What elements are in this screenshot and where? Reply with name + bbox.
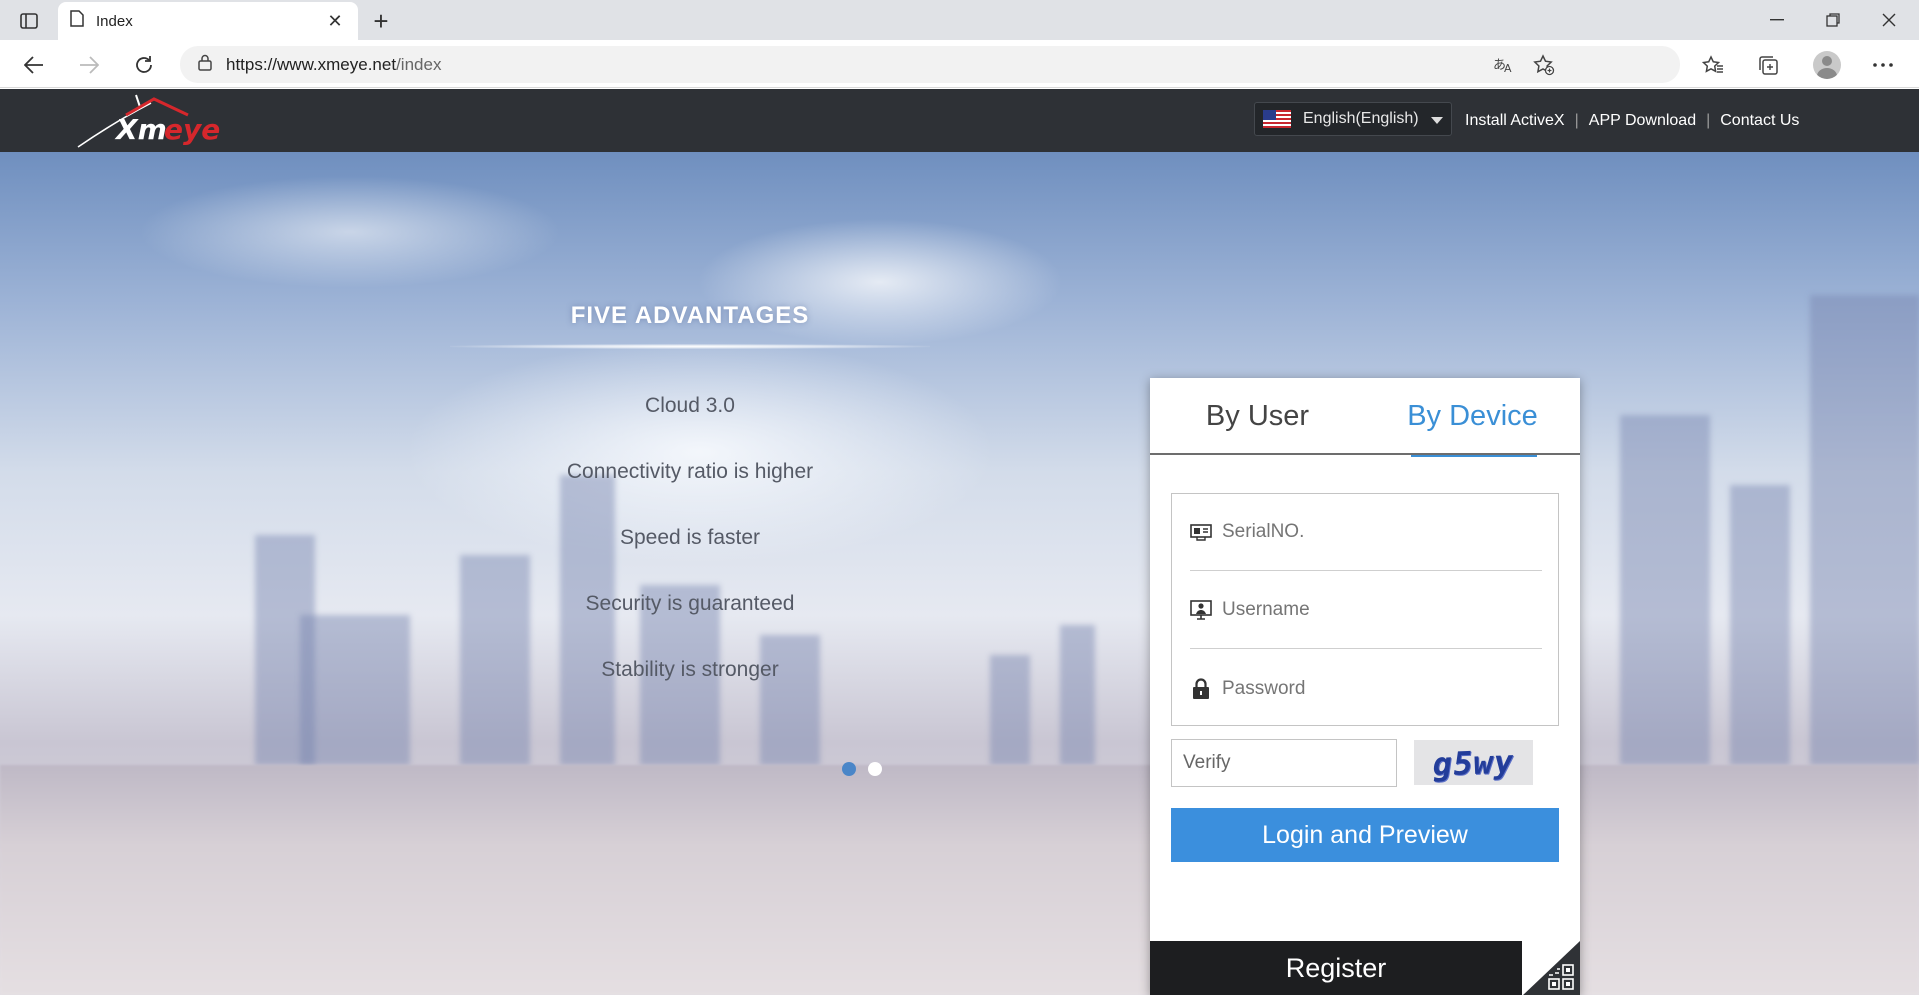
url-text[interactable]: https://www.xmeye.net/index [226, 55, 441, 75]
lock-icon [1190, 677, 1212, 700]
hero-background: FIVE ADVANTAGES Cloud 3.0 Connectivity r… [0, 152, 1919, 995]
tab-title: Index [96, 12, 133, 30]
us-flag-icon [1263, 110, 1291, 128]
advantage-item: Cloud 3.0 [645, 394, 735, 417]
app-download-link[interactable]: APP Download [1589, 112, 1696, 130]
register-button[interactable]: Register [1150, 941, 1522, 995]
restore-icon[interactable] [1805, 0, 1861, 40]
tab-by-device[interactable]: By Device [1365, 378, 1580, 457]
url-host: https://www.xmeye.net [226, 54, 397, 74]
advantages-title: FIVE ADVANTAGES [570, 302, 810, 329]
advantage-item: Security is guaranteed [585, 592, 795, 615]
browser-tabstrip: Index ✕ + [0, 0, 1919, 40]
page-content: Xm eye English(English) Install ActiveX … [0, 89, 1919, 995]
header-links: Install ActiveX | APP Download | Contact… [1465, 89, 1799, 152]
xmeye-logo[interactable]: Xm eye [76, 93, 236, 151]
password-row [1190, 650, 1542, 727]
language-label: English(English) [1303, 110, 1419, 127]
browser-toolbar: https://www.xmeye.net/index あA [0, 40, 1919, 88]
advantage-item: Connectivity ratio is higher [566, 460, 814, 483]
tab-close-icon[interactable]: ✕ [324, 11, 346, 32]
close-icon[interactable] [1861, 0, 1917, 40]
username-row [1190, 572, 1542, 649]
link-separator: | [1574, 111, 1579, 129]
forward-icon[interactable] [72, 48, 106, 82]
site-header: Xm eye English(English) Install ActiveX … [0, 89, 1919, 152]
minimize-icon[interactable] [1749, 0, 1805, 40]
login-panel: By User By Device SerialNO. Username Ver… [1150, 378, 1580, 995]
slide-dot-1[interactable] [842, 762, 856, 776]
serial-row [1190, 494, 1542, 571]
title-divider [450, 344, 930, 349]
page-icon [70, 10, 84, 32]
slide-dot-2[interactable] [868, 762, 882, 776]
reload-icon[interactable] [127, 48, 161, 82]
device-credentials-box [1171, 493, 1559, 726]
login-and-preview-button[interactable]: Login and Preview [1171, 808, 1559, 862]
username-input[interactable] [1222, 599, 1522, 621]
advantage-item: Speed is faster [619, 526, 761, 549]
more-options-icon[interactable] [1866, 48, 1900, 82]
qr-code-icon [1548, 964, 1574, 990]
bg-ground [0, 765, 1919, 995]
svg-text:A: A [1504, 62, 1512, 74]
slide-indicators [842, 762, 882, 776]
bg-building [990, 655, 1030, 765]
translate-icon[interactable]: あA [1486, 46, 1522, 83]
back-icon[interactable] [17, 48, 51, 82]
user-icon [1190, 599, 1212, 621]
bg-building [300, 615, 410, 765]
language-select[interactable]: English(English) [1254, 102, 1452, 136]
verify-code-input[interactable] [1171, 739, 1397, 787]
captcha-text: g5wy [1430, 742, 1517, 783]
new-tab-button[interactable]: + [366, 6, 396, 36]
password-input[interactable] [1222, 677, 1522, 700]
contact-us-link[interactable]: Contact Us [1720, 112, 1799, 130]
collections-icon[interactable] [1751, 48, 1785, 82]
add-favorite-icon[interactable] [1526, 46, 1562, 83]
lock-icon[interactable] [198, 54, 212, 76]
favorites-icon[interactable] [1696, 48, 1730, 82]
link-separator: | [1706, 111, 1711, 129]
device-icon [1190, 521, 1212, 543]
tab-actions-icon[interactable] [14, 8, 44, 34]
address-bar[interactable]: https://www.xmeye.net/index あA [180, 46, 1680, 83]
svg-text:eye: eye [164, 113, 220, 146]
captcha-image[interactable]: g5wy [1414, 740, 1533, 785]
bg-building [1810, 295, 1919, 765]
url-path: /index [396, 54, 442, 74]
profile-icon[interactable] [1810, 48, 1844, 82]
tab-by-user[interactable]: By User [1150, 378, 1365, 455]
login-tabs: By User By Device [1150, 378, 1580, 457]
bg-building [1620, 415, 1710, 765]
advantages-panel: FIVE ADVANTAGES Cloud 3.0 Connectivity r… [420, 302, 960, 685]
svg-text:Xm: Xm [114, 113, 167, 146]
bg-building [1730, 485, 1790, 765]
bg-building [1060, 625, 1095, 765]
qr-code-login-button[interactable] [1522, 941, 1580, 995]
chevron-down-icon [1431, 117, 1443, 124]
install-activex-link[interactable]: Install ActiveX [1465, 112, 1565, 130]
serial-number-input[interactable] [1222, 521, 1522, 543]
advantage-item: Stability is stronger [601, 658, 779, 681]
browser-tab[interactable]: Index ✕ [58, 2, 358, 40]
